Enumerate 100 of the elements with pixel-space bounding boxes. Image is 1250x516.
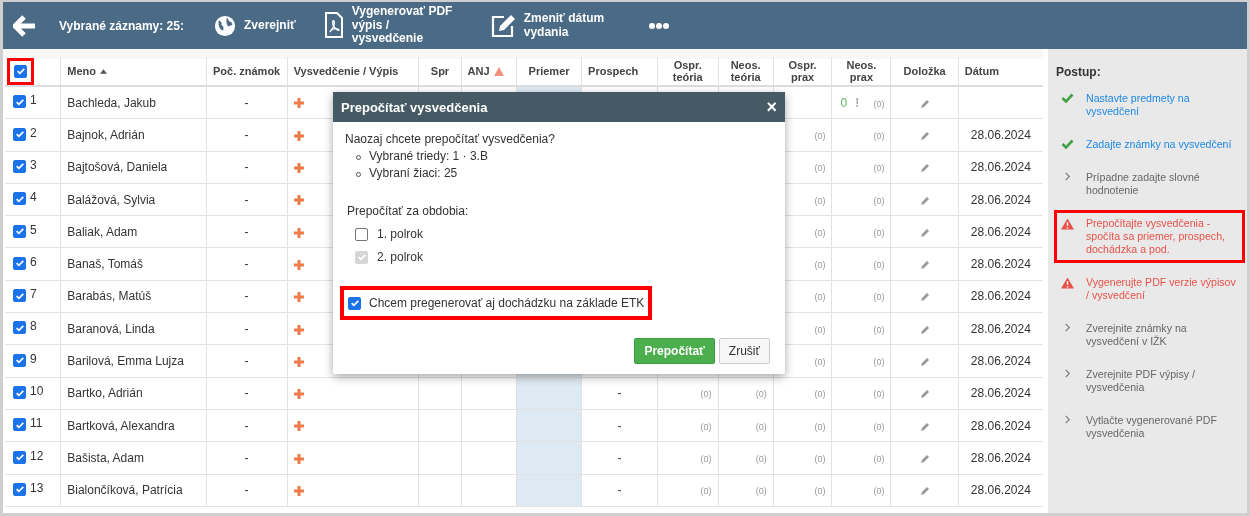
plus-icon[interactable] <box>293 98 304 109</box>
edit-icon <box>489 13 516 38</box>
checkbox-label: 2. polrok <box>377 250 424 264</box>
checkbox[interactable] <box>14 64 27 78</box>
pencil-icon[interactable] <box>919 260 930 271</box>
plus-icon[interactable] <box>293 292 304 303</box>
pencil-icon[interactable] <box>919 357 930 367</box>
table-cell: (0) <box>873 98 885 109</box>
dialog-title: Prepočítať vysvedčenia <box>341 99 488 115</box>
pencil-icon[interactable] <box>919 453 930 464</box>
plus-icon[interactable] <box>293 486 304 497</box>
checkbox[interactable] <box>13 192 26 206</box>
checkbox[interactable] <box>348 296 361 310</box>
pencil-icon[interactable] <box>919 130 930 141</box>
table-cell: - <box>617 483 622 498</box>
date-cell: 28.06.2024 <box>970 160 1031 175</box>
table-cell: (0) <box>873 486 885 497</box>
column-header[interactable]: Meno <box>67 65 96 78</box>
table-cell: - <box>617 386 622 401</box>
column-header[interactable]: Neos. prax <box>838 58 885 84</box>
checkbox[interactable] <box>355 227 368 241</box>
checkbox[interactable] <box>13 127 26 141</box>
date-cell: 28.06.2024 <box>970 257 1031 272</box>
checkbox-label: Chcem pregenerovať aj dochádzku na základe ETK <box>369 296 645 310</box>
pencil-icon[interactable] <box>919 389 930 400</box>
row-number: 7 <box>30 288 37 301</box>
table-cell: (0) <box>873 163 885 174</box>
checkbox[interactable] <box>13 224 26 238</box>
pencil-icon[interactable] <box>919 227 930 238</box>
plus-icon[interactable] <box>293 453 304 464</box>
checkbox[interactable] <box>13 160 26 173</box>
checkbox[interactable] <box>13 482 26 496</box>
checkbox[interactable] <box>13 289 26 303</box>
plus-icon[interactable] <box>293 163 304 174</box>
pencil-icon[interactable] <box>919 163 930 174</box>
table-cell: (0) <box>873 227 885 238</box>
pencil-icon[interactable] <box>919 486 930 497</box>
table-cell: - <box>244 127 249 142</box>
column-header[interactable]: Ospr. teória <box>663 58 712 84</box>
toolbar-button[interactable]: Zmeniť dátum vydania <box>489 11 619 40</box>
date-cell: 28.06.2024 <box>970 418 1031 433</box>
table-cell: (0) <box>873 324 885 335</box>
periods-label: Prepočítať za obdobia: <box>347 204 470 218</box>
table-cell: (0) <box>873 357 885 367</box>
date-cell: 28.06.2024 <box>970 386 1031 401</box>
plus-icon[interactable] <box>293 421 304 432</box>
table-cell: (0) <box>700 421 712 432</box>
checkbox[interactable] <box>13 256 26 270</box>
date-cell: 28.06.2024 <box>970 289 1031 304</box>
table-cell: (0) <box>700 453 712 464</box>
back-arrow-icon[interactable] <box>13 13 37 38</box>
cancel-button[interactable]: Zrušiť <box>718 338 770 364</box>
checkbox[interactable] <box>13 95 26 109</box>
plus-icon[interactable] <box>293 195 304 206</box>
column-header[interactable]: ANJ <box>467 65 490 78</box>
column-header[interactable]: Priemer <box>528 65 570 78</box>
toolbar-button[interactable]: Zverejniť <box>213 14 296 37</box>
checkbox[interactable] <box>13 418 26 432</box>
table-cell: (0) <box>755 453 767 464</box>
column-header[interactable]: Ospr. prax <box>779 58 826 84</box>
alert-mark: ! <box>855 95 860 110</box>
table-cell: (0) <box>814 260 826 271</box>
table-cell: (0) <box>755 486 767 497</box>
pencil-icon[interactable] <box>919 292 930 303</box>
plus-icon[interactable] <box>293 259 304 270</box>
column-header[interactable]: Dátum <box>964 65 999 78</box>
column-header[interactable]: Vysvedčenie / Výpis <box>293 65 399 78</box>
step-link[interactable]: Zverejnite známky na vysvedčení v IŽK <box>1086 322 1238 348</box>
table-cell: (0) <box>814 163 826 174</box>
column-header[interactable]: Doložka <box>903 65 946 78</box>
close-button[interactable]: × <box>766 98 777 116</box>
pencil-icon[interactable] <box>919 421 930 432</box>
column-header[interactable]: Neos. teória <box>724 58 767 84</box>
plus-icon[interactable] <box>293 389 304 400</box>
sidebar-title: Postup: <box>1056 65 1102 79</box>
plus-icon[interactable] <box>293 227 304 238</box>
step-link[interactable]: Prípadne zadajte slovné hodnotenie <box>1086 171 1238 197</box>
checkbox[interactable] <box>13 321 26 335</box>
pencil-icon[interactable] <box>919 195 930 206</box>
checkbox[interactable] <box>13 386 26 400</box>
table-cell: (0) <box>873 260 885 271</box>
plus-icon[interactable] <box>293 324 304 335</box>
checkbox[interactable] <box>13 353 26 367</box>
checkbox[interactable] <box>13 450 26 464</box>
more-icon[interactable] <box>648 21 669 30</box>
plus-icon[interactable] <box>293 356 304 367</box>
table-cell: (0) <box>814 453 826 464</box>
plus-icon[interactable] <box>293 130 304 141</box>
table-cell: (0) <box>700 486 712 497</box>
table-cell: (0) <box>873 130 885 141</box>
column-header[interactable]: Poč. známok <box>213 65 281 78</box>
table-cell: (0) <box>814 130 826 141</box>
pencil-icon[interactable] <box>919 98 930 109</box>
column-header[interactable]: Spr <box>430 65 450 78</box>
toolbar-button[interactable]: Vygenerovať PDF výpis / vysvedčenie <box>323 4 462 47</box>
pencil-icon[interactable] <box>919 324 930 335</box>
row-number: 2 <box>30 126 37 139</box>
step-link[interactable]: Vytlačte vygenerované PDF vysvedčenia <box>1086 414 1238 440</box>
step-link[interactable]: Zverejnite PDF výpisy / vysvedčenia <box>1086 368 1238 394</box>
column-header[interactable]: Prospech <box>588 65 639 78</box>
